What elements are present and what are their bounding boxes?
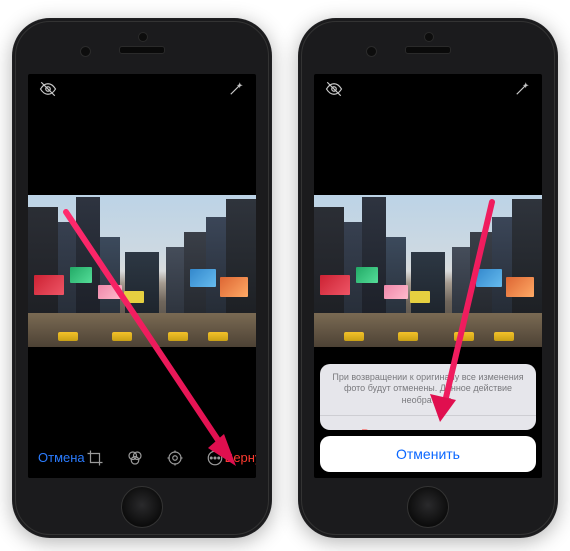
speaker — [119, 46, 165, 54]
phone-right: При возвращении к оригиналу все изменени… — [298, 18, 558, 538]
cancel-button[interactable]: Отмена — [38, 450, 85, 465]
home-button[interactable] — [407, 486, 449, 528]
speaker — [405, 46, 451, 54]
comparison-stage: Отмена Вернуть — [0, 0, 570, 551]
adjust-icon[interactable] — [165, 448, 185, 468]
more-icon[interactable] — [205, 448, 225, 468]
proximity-sensor — [424, 32, 434, 42]
editor-topbar — [28, 74, 256, 104]
photo-canvas[interactable] — [28, 104, 256, 438]
front-camera — [366, 46, 377, 57]
proximity-sensor — [138, 32, 148, 42]
markup-disabled-icon[interactable] — [38, 79, 58, 99]
magic-wand-icon[interactable] — [226, 79, 246, 99]
phone-left: Отмена Вернуть — [12, 18, 272, 538]
sheet-cancel-button[interactable]: Отменить — [320, 436, 536, 472]
editor-toolbar: Отмена Вернуть — [28, 438, 256, 478]
sheet-message: При возвращении к оригиналу все изменени… — [320, 364, 536, 416]
action-sheet: При возвращении к оригиналу все изменени… — [314, 358, 542, 478]
markup-disabled-icon[interactable] — [324, 79, 344, 99]
editor-topbar — [314, 74, 542, 104]
edited-photo — [28, 195, 256, 347]
magic-wand-icon[interactable] — [512, 79, 532, 99]
screen-right: При возвращении к оригиналу все изменени… — [314, 74, 542, 478]
revert-to-original-button[interactable]: Вернуть к оригиналу — [320, 416, 536, 430]
front-camera — [80, 46, 91, 57]
crop-icon[interactable] — [85, 448, 105, 468]
home-button[interactable] — [121, 486, 163, 528]
revert-button[interactable]: Вернуть — [225, 450, 256, 465]
edited-photo — [314, 195, 542, 347]
screen-left: Отмена Вернуть — [28, 74, 256, 478]
filters-icon[interactable] — [125, 448, 145, 468]
